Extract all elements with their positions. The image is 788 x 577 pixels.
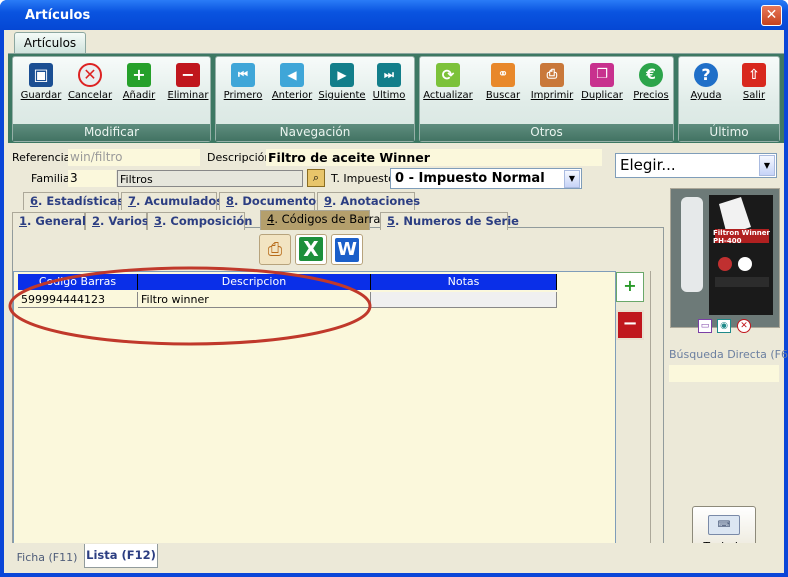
refresh-icon: ⟳ [436,63,460,87]
duplicar-button[interactable]: ❐ Duplicar [577,63,627,105]
group-label-otros: Otros [420,124,673,141]
folder-icon[interactable]: ▭ [698,319,712,333]
window-title: Artículos [25,8,91,23]
tab-anotaciones[interactable]: 9. Anotaciones [317,192,420,210]
word-icon[interactable]: W [331,234,363,265]
impuesto-select[interactable]: 0 - Impuesto Normal ▼ [390,168,582,189]
precios-button[interactable]: € Precios [626,63,676,105]
imprimir-button[interactable]: ⎙ Imprimir [527,63,577,105]
eliminar-button[interactable]: − Eliminar [163,63,213,105]
add-row-button[interactable]: + [616,272,644,302]
printer-icon[interactable]: ⎙ [259,234,291,265]
image-caption: Filtron Winner PH-400 [713,229,770,245]
keyboard-icon: ⌨ [708,515,740,535]
euro-icon: € [639,63,663,87]
familia-name-field: Filtros [117,170,303,187]
excel-icon[interactable]: X [295,234,327,265]
tab-codigos-barras[interactable]: 4. Códigos de Barras [260,210,386,230]
ribbon: ▣ Guardar ✕ Cancelar + Añadir − Eliminar… [8,53,784,143]
tab-ficha[interactable]: Ficha (F11) [10,547,84,569]
group-label-navegacion: Navegación [216,124,414,141]
tab-estadisticas[interactable]: 6. Estadísticas [23,192,124,210]
search-icon[interactable]: ⌕ [307,169,325,187]
duplicate-icon: ❐ [590,63,614,87]
previous-icon: ◀ [280,63,304,87]
tab-lista[interactable]: Lista (F12) [84,544,158,568]
tab-acumulados[interactable]: 7. Acumulados [121,192,223,210]
eye-icon[interactable]: ◉ [717,319,731,333]
floppy-icon: ▣ [29,63,53,87]
chevron-down-icon[interactable]: ▼ [759,155,775,176]
app-window: Artículos ✕ Artículos ▣ Guardar ✕ Cancel… [0,0,788,577]
grid-scrollbar[interactable] [650,271,659,563]
add-document-icon: + [623,276,637,295]
tab-composicion[interactable]: 3. Composición [147,212,252,230]
cancel-icon: ✕ [78,63,102,87]
familia-code-field[interactable]: 3 [68,170,116,187]
anadir-button[interactable]: + Añadir [114,63,164,105]
primero-button[interactable]: ⏮ Primero [218,63,268,105]
tab-general[interactable]: 1. General [12,212,86,230]
printer-icon: ⎙ [540,63,564,87]
plus-icon: + [127,63,151,87]
first-icon: ⏮ [231,63,255,87]
busqueda-label: Búsqueda Directa (F6) [669,348,788,361]
ayuda-button[interactable]: ? Ayuda [681,63,731,105]
descripcion-field[interactable]: Filtro de aceite Winner [266,149,602,166]
delete-image-icon[interactable]: ✕ [737,319,751,333]
group-otros: ⟳ Actualizar ⚭ Buscar ⎙ Imprimir ❐ Dupli… [419,56,674,142]
anterior-button[interactable]: ◀ Anterior [267,63,317,105]
next-icon: ▶ [330,63,354,87]
column-header-notas[interactable]: Notas [371,274,557,290]
descripcion-label: Descripción: [207,151,276,164]
referencia-label: Referencia: [12,151,75,164]
salir-button[interactable]: ⇧ Salir [729,63,779,105]
close-button[interactable]: ✕ [761,5,782,26]
product-image: Filtron Winner PH-400 [670,188,780,328]
tab-varios[interactable]: 2. Varios [85,212,149,230]
status-bar: Ficha (F11) Lista (F12) [4,543,784,573]
referencia-field[interactable]: win/filtro [68,149,200,166]
group-modificar: ▣ Guardar ✕ Cancelar + Añadir − Eliminar… [12,56,211,142]
guardar-button[interactable]: ▣ Guardar [16,63,66,105]
group-ultimo: ? Ayuda ⇧ Salir Último [678,56,780,142]
minus-icon: − [622,313,638,334]
annotation-ellipse [8,266,372,346]
group-label-ultimo: Último [679,124,779,141]
tab-numeros-serie[interactable]: 5. Numeros de Serie [380,212,519,230]
exit-icon: ⇧ [742,63,766,87]
binoculars-icon: ⚭ [491,63,515,87]
actualizar-button[interactable]: ⟳ Actualizar [423,63,473,105]
title-bar[interactable]: Artículos ✕ [0,0,788,30]
busqueda-field[interactable] [669,365,779,382]
tab-documentos[interactable]: 8. Documentos [219,192,323,210]
help-icon: ? [694,63,718,87]
elegir-select[interactable]: Elegir... ▼ [615,153,777,178]
chevron-down-icon[interactable]: ▼ [564,170,580,188]
last-icon: ⏭ [377,63,401,87]
siguiente-button[interactable]: ▶ Siguiente [317,63,367,105]
ribbon-tab-articulos[interactable]: Artículos [14,32,86,54]
buscar-button[interactable]: ⚭ Buscar [478,63,528,105]
minus-icon: − [176,63,200,87]
remove-row-button[interactable]: − [616,310,644,340]
client-area: Artículos ▣ Guardar ✕ Cancelar + Añadir … [4,30,788,573]
ultimo-button[interactable]: ⏭ Ultimo [364,63,414,105]
group-label-modificar: Modificar [13,124,210,141]
group-navegacion: ⏮ Primero ◀ Anterior ▶ Siguiente ⏭ Ultim… [215,56,415,142]
cancelar-button[interactable]: ✕ Cancelar [65,63,115,105]
impuesto-label: T. Impuesto: [331,172,399,185]
cell-notas[interactable] [371,292,557,308]
